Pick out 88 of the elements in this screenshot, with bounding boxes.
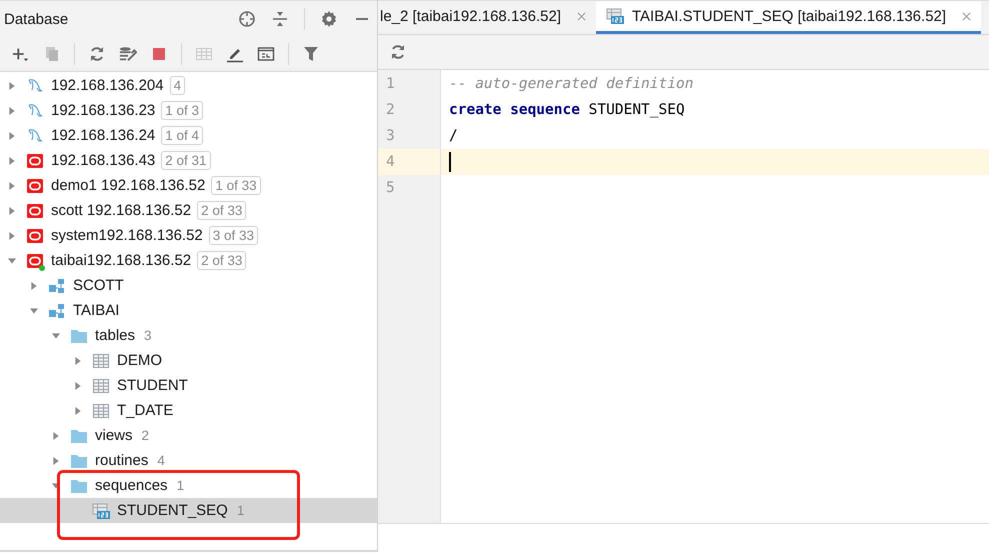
count-badge: 1 of 4: [161, 126, 204, 145]
count-badge: 1 of 3: [161, 101, 204, 120]
collapse-all-icon[interactable]: [271, 10, 289, 28]
text-cursor: [449, 152, 451, 172]
filter-icon[interactable]: [302, 45, 320, 63]
settings-icon[interactable]: [320, 10, 338, 28]
tree-label: tables: [95, 327, 136, 344]
line-number: 2: [386, 102, 395, 118]
count-badge: 2 of 31: [161, 151, 211, 170]
tree-row[interactable]: STUDENT_SEQ 1: [0, 498, 377, 523]
close-icon[interactable]: [575, 10, 588, 22]
tree-row[interactable]: scott 192.168.136.52 2 of 33: [0, 198, 377, 223]
editor-tab[interactable]: le_2 [taibai192.168.136.52]: [378, 1, 596, 34]
panel-title: Database: [4, 10, 68, 28]
tree-label: 192.168.136.24: [51, 127, 156, 144]
tree-label: SCOTT: [73, 277, 124, 294]
tree-label: STUDENT: [117, 377, 188, 394]
tree-label: scott 192.168.136.52: [51, 202, 192, 219]
tree-row[interactable]: 192.168.136.204 4: [0, 73, 377, 98]
count-label: 1: [236, 503, 244, 518]
database-icon: [26, 226, 44, 244]
database-icon: [26, 176, 44, 194]
stop-icon[interactable]: [150, 45, 168, 63]
database-icon: [26, 152, 44, 170]
count-badge: 1 of 33: [211, 176, 261, 195]
table-icon: [92, 402, 110, 420]
tree-label: taibai192.168.136.52: [51, 252, 192, 269]
dolphin-icon: [26, 76, 44, 94]
tree-label: sequences: [95, 477, 168, 494]
table-icon: [92, 376, 110, 394]
tree-label: TAIBAI: [73, 302, 120, 319]
tree-row[interactable]: 192.168.136.43 2 of 31: [0, 148, 377, 173]
line-number: 4: [386, 154, 395, 170]
count-label: 4: [157, 453, 165, 468]
code-line: /: [449, 128, 458, 144]
tree-row[interactable]: DEMO: [0, 348, 377, 373]
table-icon: [92, 352, 110, 370]
tree-row[interactable]: SCOTT: [0, 273, 377, 298]
schema-icon: [48, 276, 66, 294]
tree-label: demo1 192.168.136.52: [51, 177, 206, 194]
count-label: 1: [176, 478, 184, 493]
tree-row[interactable]: views 2: [0, 423, 377, 448]
line-number: 5: [386, 180, 395, 196]
count-badge: 2 of 33: [197, 201, 246, 220]
refresh-icon[interactable]: [88, 45, 106, 63]
tree-row[interactable]: 192.168.136.23 1 of 3: [0, 98, 377, 123]
tree-label: views: [95, 427, 133, 444]
line-number: 3: [386, 128, 395, 144]
tree-row[interactable]: STUDENT: [0, 373, 377, 398]
refresh-icon[interactable]: [389, 43, 407, 61]
tree-row[interactable]: TAIBAI: [0, 298, 377, 323]
tree-label: routines: [95, 452, 148, 469]
crosshair-icon[interactable]: [238, 10, 256, 28]
count-label: 2: [142, 428, 150, 443]
tree-label: 192.168.136.43: [51, 152, 156, 169]
console-icon[interactable]: [257, 45, 275, 63]
dolphin-icon: [26, 102, 44, 120]
database-wrench-icon[interactable]: [119, 45, 137, 63]
tree-row[interactable]: taibai192.168.136.52 2 of 33: [0, 248, 377, 273]
tree-row[interactable]: routines 4: [0, 448, 377, 473]
count-label: 3: [144, 328, 152, 343]
tree-row[interactable]: system192.168.136.52 3 of 33: [0, 223, 377, 248]
tree-row[interactable]: sequences 1: [0, 473, 377, 498]
tree-label: T_DATE: [117, 402, 174, 419]
sequence-icon: [606, 7, 624, 25]
line-number: 1: [386, 76, 395, 92]
database-icon: [26, 252, 44, 270]
tree-row[interactable]: tables 3: [0, 323, 377, 348]
tree-label: 192.168.136.23: [51, 102, 156, 119]
database-icon: [26, 202, 44, 220]
count-badge: 4: [170, 76, 186, 95]
editor-tab[interactable]: TAIBAI.STUDENT_SEQ [taibai192.168.136.52]: [596, 1, 982, 34]
tree-row[interactable]: 192.168.136.24 1 of 4: [0, 123, 377, 148]
dolphin-icon: [26, 126, 44, 144]
code-line: create sequence STUDENT_SEQ: [449, 102, 685, 118]
close-icon[interactable]: [960, 10, 974, 22]
schema-icon: [48, 302, 66, 320]
copy-icon[interactable]: [43, 45, 61, 63]
tree-row[interactable]: demo1 192.168.136.52 1 of 33: [0, 173, 377, 198]
tree-label: STUDENT_SEQ: [117, 502, 228, 519]
tree-label: DEMO: [117, 352, 162, 369]
count-badge: 2 of 33: [197, 251, 246, 270]
code-line: -- auto-generated definition: [449, 76, 694, 92]
tree-label: 192.168.136.204: [51, 77, 164, 94]
tree-label: system192.168.136.52: [51, 227, 203, 244]
tree-row[interactable]: T_DATE: [0, 398, 377, 423]
sequence-icon: [92, 502, 110, 520]
count-badge: 3 of 33: [208, 226, 258, 245]
